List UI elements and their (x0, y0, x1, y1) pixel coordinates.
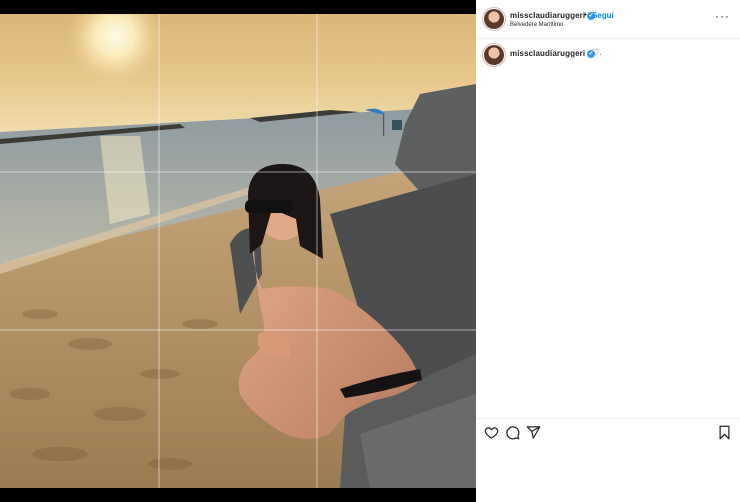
post-sidebar: missclaudiaruggeri ✓ • Segui Belvedere Ma… (476, 0, 740, 502)
bookmark-icon[interactable] (717, 425, 732, 440)
post-header: missclaudiaruggeri ✓ • Segui Belvedere Ma… (476, 0, 740, 39)
caption-row: missclaudiaruggeri ✓ ♡. (476, 43, 740, 67)
author-username: missclaudiaruggeri (510, 11, 586, 20)
heart-icon[interactable] (484, 425, 499, 440)
follow-button[interactable]: Segui (592, 11, 614, 20)
author-username-link[interactable]: missclaudiaruggeri ✓ (510, 11, 596, 20)
separator-dot: • (584, 10, 587, 19)
post-photo[interactable] (0, 14, 476, 488)
caption-text: ♡. (592, 48, 602, 57)
author-avatar[interactable] (484, 9, 504, 29)
caption-username: missclaudiaruggeri (510, 49, 586, 58)
share-icon[interactable] (526, 425, 541, 440)
beach-photo-image (0, 14, 476, 488)
post-location-link[interactable]: Belvedere Marittimo (510, 22, 563, 28)
caption-username-link[interactable]: missclaudiaruggeri ✓ (510, 49, 596, 58)
post-action-bar (476, 418, 740, 447)
caption-author-avatar[interactable] (484, 45, 504, 65)
more-options-icon[interactable]: ··· (715, 9, 730, 23)
comment-icon[interactable] (505, 425, 520, 440)
